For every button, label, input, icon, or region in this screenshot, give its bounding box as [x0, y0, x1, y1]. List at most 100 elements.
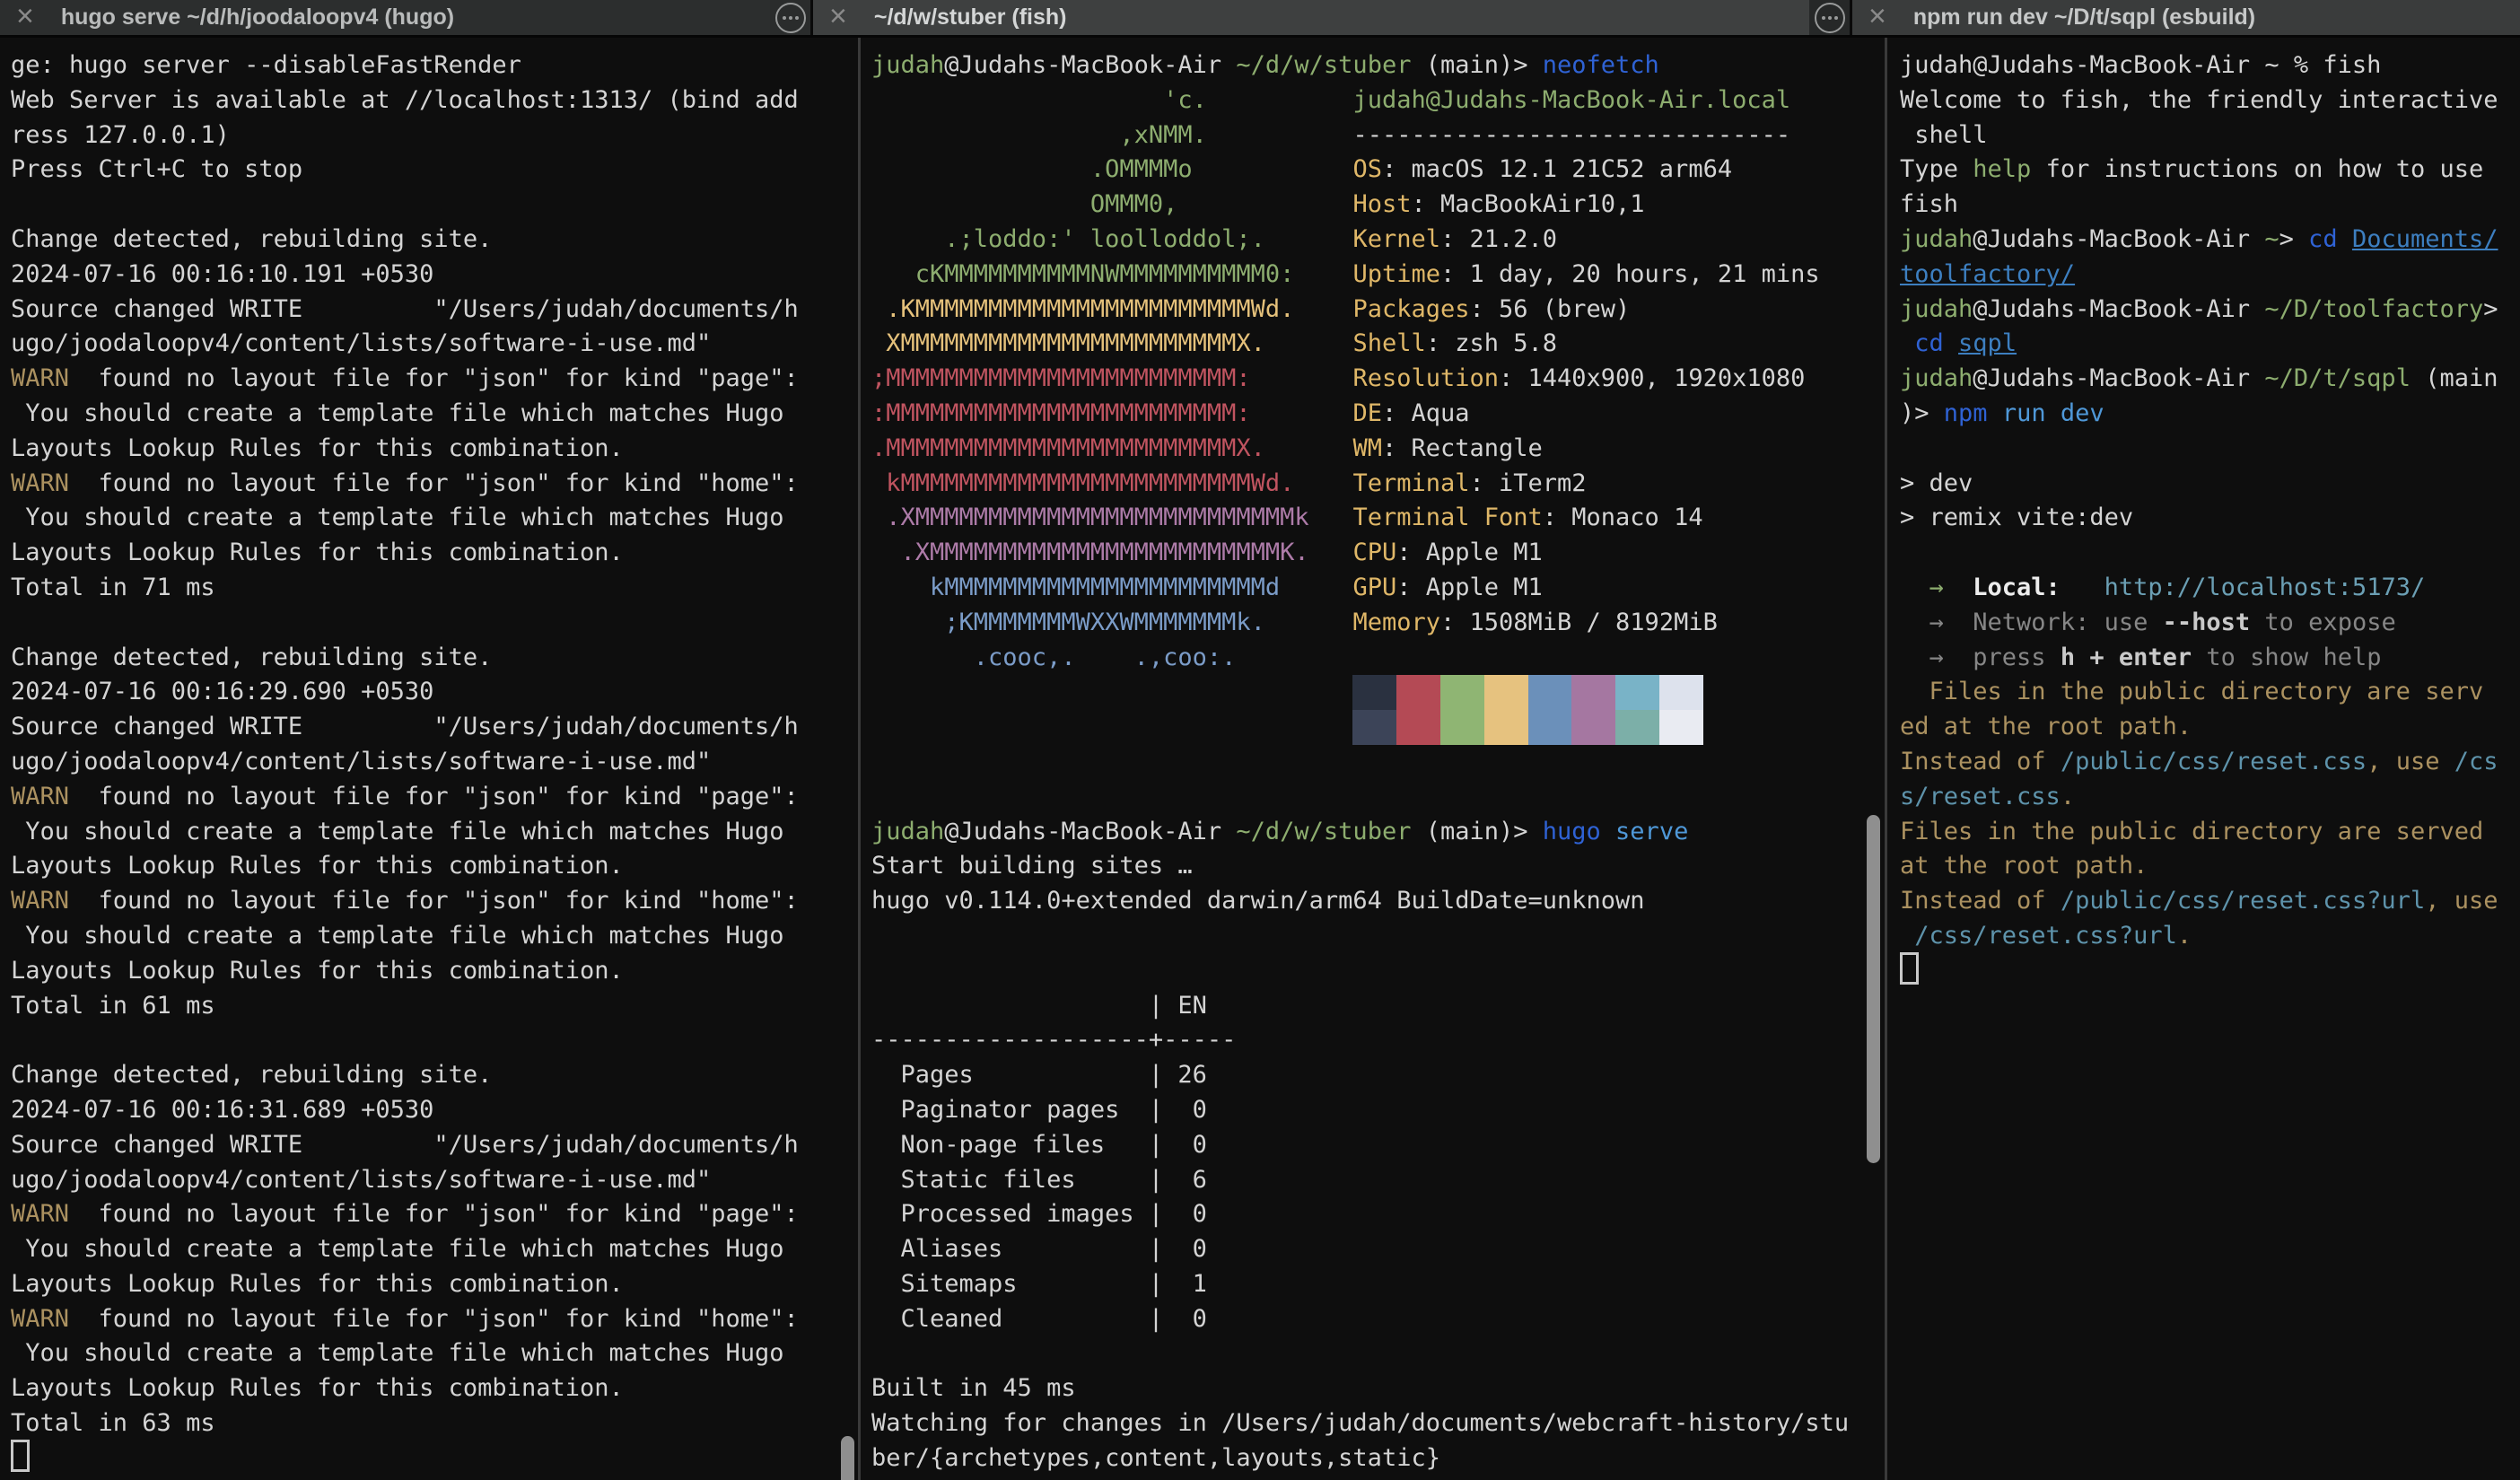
terminal-line: kMMMMMMMMMMMMMMMMMMMMMMMMWd. Terminal: i…	[871, 467, 1885, 502]
terminal-line: WARN found no layout file for "json" for…	[11, 1197, 858, 1232]
terminal-line	[1900, 432, 2520, 467]
terminal-line	[871, 780, 1885, 815]
terminal-line	[871, 745, 1885, 780]
color-swatch	[1571, 675, 1615, 710]
terminal-line: Pages | 26	[871, 1058, 1885, 1093]
color-swatch	[1615, 675, 1659, 710]
pane-stuber-fish[interactable]: judah@Judahs-MacBook-Air ~/d/w/stuber (m…	[861, 38, 1885, 1480]
terminal-line: → Local: http://localhost:5173/	[1900, 571, 2520, 606]
terminal-cursor	[11, 1440, 30, 1472]
terminal-line: Layouts Lookup Rules for this combinatio…	[11, 1267, 858, 1302]
terminal-line: WARN found no layout file for "json" for…	[11, 884, 858, 919]
terminal-line: Instead of /public/css/reset.css?url, us…	[1900, 884, 2520, 919]
scrollbar-thumb[interactable]	[1867, 815, 1880, 1163]
terminal-line	[11, 1441, 858, 1476]
ellipsis-circle-icon	[775, 3, 806, 33]
terminal-line: ed at the root path.	[1900, 710, 2520, 745]
tab-stuber-fish[interactable]: × ~/d/w/stuber (fish)	[813, 0, 1809, 35]
color-swatch	[1440, 675, 1484, 710]
color-swatch	[1440, 710, 1484, 745]
terminal-line: Built in 45 ms	[871, 1371, 1885, 1406]
terminal-line	[1900, 536, 2520, 571]
terminal-line: WARN found no layout file for "json" for…	[11, 1302, 858, 1337]
terminal-line: Processed images | 0	[871, 1197, 1885, 1232]
terminal-line	[871, 1336, 1885, 1371]
terminal-line: fish	[1900, 188, 2520, 223]
tab-options-button[interactable]	[1809, 0, 1850, 35]
close-icon[interactable]: ×	[829, 1, 847, 31]
terminal-line: shell	[1900, 118, 2520, 153]
terminal-output: ge: hugo server --disableFastRenderWeb S…	[11, 48, 858, 1476]
terminal-line: Welcome to fish, the friendly interactiv…	[1900, 83, 2520, 118]
color-swatch	[1615, 710, 1659, 745]
terminal-line: Source changed WRITE "/Users/judah/docum…	[11, 1128, 858, 1163]
terminal-line: at the root path.	[1900, 849, 2520, 884]
terminal-line: 2024-07-16 00:16:10.191 +0530	[11, 258, 858, 293]
terminal-line: .cooc,. .,coo:.	[871, 641, 1885, 676]
terminal-line: .KMMMMMMMMMMMMMMMMMMMMMMMWd. Packages: 5…	[871, 293, 1885, 328]
terminal-line: kMMMMMMMMMMMMMMMMMMMMMMd GPU: Apple M1	[871, 571, 1885, 606]
terminal-line: judah@Judahs-MacBook-Air ~/D/toolfactory…	[1900, 293, 2520, 328]
color-swatch	[1528, 710, 1572, 745]
close-icon[interactable]: ×	[1868, 1, 1886, 31]
terminal-line: judah@Judahs-MacBook-Air ~> cd Documents…	[1900, 223, 2520, 258]
tab-npm-dev[interactable]: × npm run dev ~/D/t/sqpl (esbuild)	[1852, 0, 2520, 35]
terminal-line: You should create a template file which …	[11, 1232, 858, 1267]
close-icon[interactable]: ×	[16, 1, 34, 31]
terminal-line: ugo/joodaloopv4/content/lists/software-i…	[11, 1163, 858, 1198]
tab-bar: × hugo serve ~/d/h/joodaloopv4 (hugo) × …	[0, 0, 2520, 38]
terminal-line: judah@Judahs-MacBook-Air ~/d/w/stuber (m…	[871, 815, 1885, 850]
pane-npm-dev[interactable]: judah@Judahs-MacBook-Air ~ % fishWelcome…	[1887, 38, 2520, 1480]
terminal-line: .;loddo:' loolloddol;. Kernel: 21.2.0	[871, 223, 1885, 258]
terminal-line: XMMMMMMMMMMMMMMMMMMMMMMMX. Shell: zsh 5.…	[871, 327, 1885, 362]
terminal-line: Press Ctrl+C to stop	[11, 153, 858, 188]
terminal-line: 'c. judah@Judahs-MacBook-Air.local	[871, 83, 1885, 118]
terminal-line: You should create a template file which …	[11, 1336, 858, 1371]
terminal-line: Type help for instructions on how to use	[1900, 153, 2520, 188]
terminal-line: Layouts Lookup Rules for this combinatio…	[11, 849, 858, 884]
terminal-line: Sitemaps | 1	[871, 1267, 1885, 1302]
ellipsis-circle-icon	[1815, 3, 1845, 33]
terminal-line: Change detected, rebuilding site.	[11, 641, 858, 676]
terminal-line: 2024-07-16 00:16:31.689 +0530	[11, 1093, 858, 1128]
terminal-line: s/reset.css.	[1900, 780, 2520, 815]
terminal-line: judah@Judahs-MacBook-Air ~/d/w/stuber (m…	[871, 48, 1885, 83]
terminal-line: Paginator pages | 0	[871, 1093, 1885, 1128]
color-swatch	[1352, 675, 1396, 710]
tab-options-button[interactable]	[770, 0, 810, 35]
terminal-line: ress 127.0.0.1)	[11, 118, 858, 153]
terminal-line: ugo/joodaloopv4/content/lists/software-i…	[11, 745, 858, 780]
scrollbar-thumb[interactable]	[841, 1436, 854, 1480]
terminal-line: Change detected, rebuilding site.	[11, 223, 858, 258]
terminal-line: You should create a template file which …	[11, 815, 858, 850]
terminal-line: .XMMMMMMMMMMMMMMMMMMMMMMMMMMk Terminal F…	[871, 501, 1885, 536]
pane-hugo-server[interactable]: ge: hugo server --disableFastRenderWeb S…	[0, 38, 858, 1480]
terminal-line: ber/{archetypes,content,layouts,static}	[871, 1441, 1885, 1476]
terminal-line: You should create a template file which …	[11, 397, 858, 432]
terminal-line: | EN	[871, 989, 1885, 1024]
terminal-line: WARN found no layout file for "json" for…	[11, 467, 858, 502]
terminal-line: .MMMMMMMMMMMMMMMMMMMMMMMMX. WM: Rectangl…	[871, 432, 1885, 467]
terminal-line: hugo v0.114.0+extended darwin/arm64 Buil…	[871, 884, 1885, 919]
terminal-line: → press h + enter to show help	[1900, 641, 2520, 676]
terminal-line: Files in the public directory are served	[1900, 815, 2520, 850]
terminal-line: > remix vite:dev	[1900, 501, 2520, 536]
terminal-line: cKMMMMMMMMMMNWMMMMMMMMMM0: Uptime: 1 day…	[871, 258, 1885, 293]
terminal-line: Layouts Lookup Rules for this combinatio…	[11, 432, 858, 467]
terminal-line: Source changed WRITE "/Users/judah/docum…	[11, 293, 858, 328]
color-swatch	[1484, 710, 1528, 745]
terminal-line: :MMMMMMMMMMMMMMMMMMMMMMMM: DE: Aqua	[871, 397, 1885, 432]
terminal-line: .XMMMMMMMMMMMMMMMMMMMMMMMMK. CPU: Apple …	[871, 536, 1885, 571]
terminal-line	[871, 919, 1885, 954]
terminal-line: ;KMMMMMMMWXXWMMMMMMMk. Memory: 1508MiB /…	[871, 606, 1885, 641]
terminal-line	[11, 606, 858, 641]
terminal-line: Web Server is available at //localhost:1…	[11, 83, 858, 118]
terminal-line: Cleaned | 0	[871, 1302, 1885, 1337]
terminal-line: Total in 61 ms	[11, 989, 858, 1024]
color-swatch	[1484, 675, 1528, 710]
color-swatch	[1396, 710, 1440, 745]
terminal-line: ugo/joodaloopv4/content/lists/software-i…	[11, 327, 858, 362]
tab-hugo-server[interactable]: × hugo serve ~/d/h/joodaloopv4 (hugo)	[0, 0, 770, 35]
terminal-line	[871, 710, 1885, 745]
terminal-line: OMMM0, Host: MacBookAir10,1	[871, 188, 1885, 223]
